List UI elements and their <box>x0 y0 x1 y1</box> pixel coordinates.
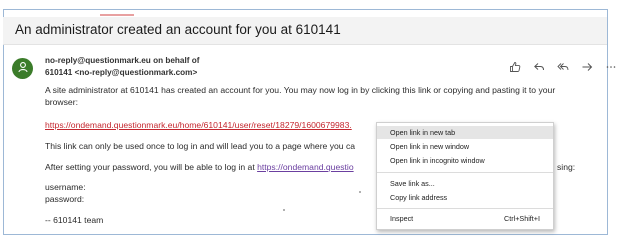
body-paragraph-2: This link can only be used once to log i… <box>45 141 356 151</box>
reply-icon[interactable] <box>532 60 546 74</box>
sender-info[interactable]: no-reply@questionmark.eu on behalf of 61… <box>45 55 199 79</box>
password-label: password: <box>45 194 85 204</box>
menu-item-copy-link-address[interactable]: Copy link address <box>377 191 553 204</box>
message-actions <box>508 60 618 74</box>
menu-item-inspect[interactable]: Inspect Ctrl+Shift+I <box>377 212 553 225</box>
body-paragraph-1: A site administrator at 610141 has creat… <box>45 84 555 108</box>
credentials: username: password: <box>45 181 86 205</box>
reset-link[interactable]: https://ondemand.questionmark.eu/home/61… <box>45 120 352 130</box>
menu-item-label: Open link in new tab <box>390 128 456 137</box>
menu-item-label: Copy link address <box>390 193 448 202</box>
context-menu: Open link in new tab Open link in new wi… <box>376 122 554 230</box>
login-link[interactable]: https://ondemand.questio <box>257 162 354 172</box>
body-paragraph-1-line-1: A site administrator at 610141 has creat… <box>45 85 556 95</box>
decorative-mark <box>100 14 134 16</box>
menu-item-label: Save link as... <box>390 179 435 188</box>
thumbs-up-icon[interactable] <box>508 60 522 74</box>
body-paragraph-3-prefix: After setting your password, you will be… <box>45 162 258 172</box>
sender-avatar[interactable] <box>12 58 33 79</box>
more-icon[interactable] <box>604 60 618 74</box>
menu-item-open-new-window[interactable]: Open link in new window <box>377 140 553 153</box>
username-label: username: <box>45 182 86 192</box>
subject-bar: An administrator created an account for … <box>3 17 607 45</box>
body-paragraph-3: After setting your password, you will be… <box>45 161 354 173</box>
menu-separator <box>377 172 553 173</box>
sender-line-2: 610141 <no-reply@questionmark.com> <box>45 68 198 77</box>
sender-line-1: no-reply@questionmark.eu on behalf of <box>45 56 200 65</box>
menu-item-label: Inspect <box>390 214 414 223</box>
email-signature: -- 610141 team <box>45 215 104 225</box>
menu-item-label: Open link in incognito window <box>390 156 485 165</box>
menu-item-shortcut: Ctrl+Shift+I <box>504 214 540 223</box>
reset-link-line: https://ondemand.questionmark.eu/home/61… <box>45 119 352 131</box>
body-paragraph-3-suffix: sing: <box>557 162 576 172</box>
email-subject: An administrator created an account for … <box>15 22 341 37</box>
menu-item-open-new-tab[interactable]: Open link in new tab <box>377 126 553 139</box>
menu-item-save-link-as[interactable]: Save link as... <box>377 177 553 190</box>
forward-icon[interactable] <box>580 60 594 74</box>
artifact-dot <box>359 191 361 193</box>
artifact-dot <box>283 209 285 211</box>
person-icon <box>17 60 29 78</box>
menu-item-open-incognito[interactable]: Open link in incognito window <box>377 154 553 167</box>
body-paragraph-1-line-2: browser: <box>45 97 78 107</box>
reply-all-icon[interactable] <box>556 60 570 74</box>
menu-separator <box>377 208 553 209</box>
menu-item-label: Open link in new window <box>390 142 470 151</box>
